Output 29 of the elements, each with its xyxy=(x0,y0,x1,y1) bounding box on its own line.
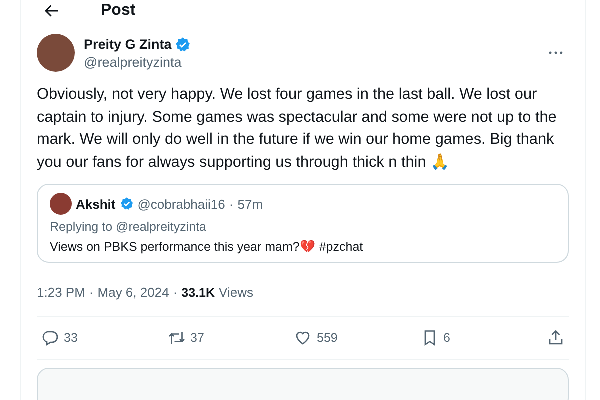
reply-button[interactable]: 33 xyxy=(41,329,151,347)
separator-dot: · xyxy=(89,285,94,300)
repost-button[interactable]: 37 xyxy=(168,329,278,347)
page-title: Post xyxy=(101,2,136,20)
quoted-author-name: Akshit xyxy=(76,196,116,212)
post-text: Obviously, not very happy. We lost four games in the last ball. We lost our captain to injury. Some games was spectacular and some were not up to the mark. We will only do well in the future if we win our home games. Big thank you our fans for always supporting us through thick n thin 🙏 xyxy=(37,85,558,172)
speech-bubble-icon xyxy=(41,329,59,347)
views-label: Views xyxy=(219,285,254,300)
quoted-post-text: Views on PBKS performance this year mam?💔 #pzchat xyxy=(50,239,364,254)
quoted-post-time: 57m xyxy=(238,196,264,212)
share-icon xyxy=(547,329,565,347)
share-button[interactable] xyxy=(547,329,565,347)
post-date[interactable]: May 6, 2024 xyxy=(98,285,170,300)
avatar xyxy=(37,34,75,72)
heart-icon xyxy=(294,329,312,347)
replying-to-text: Replying to @realpreityzinta xyxy=(50,220,208,234)
quoted-author-handle: @cobrabhaii16 xyxy=(138,196,226,212)
like-button[interactable]: 559 xyxy=(294,329,404,347)
separator-dot: · xyxy=(229,196,234,212)
repost-icon xyxy=(168,329,186,347)
separator-dot: · xyxy=(173,285,178,300)
more-options-icon[interactable] xyxy=(549,51,563,55)
avatar xyxy=(50,193,72,215)
bookmark-button[interactable]: 6 xyxy=(420,329,530,347)
quoted-post-card[interactable]: Akshit @cobrabhaii16 · 57m Replying to @realpreityzinta Views on PBKS performance this year mam?💔 #pzchat xyxy=(37,184,569,263)
author-name[interactable]: Preity G Zinta xyxy=(84,37,172,52)
views-count: 33.1K xyxy=(182,286,216,300)
post-time[interactable]: 1:23 PM xyxy=(37,285,86,300)
author-handle[interactable]: @realpreityzinta xyxy=(84,54,540,70)
